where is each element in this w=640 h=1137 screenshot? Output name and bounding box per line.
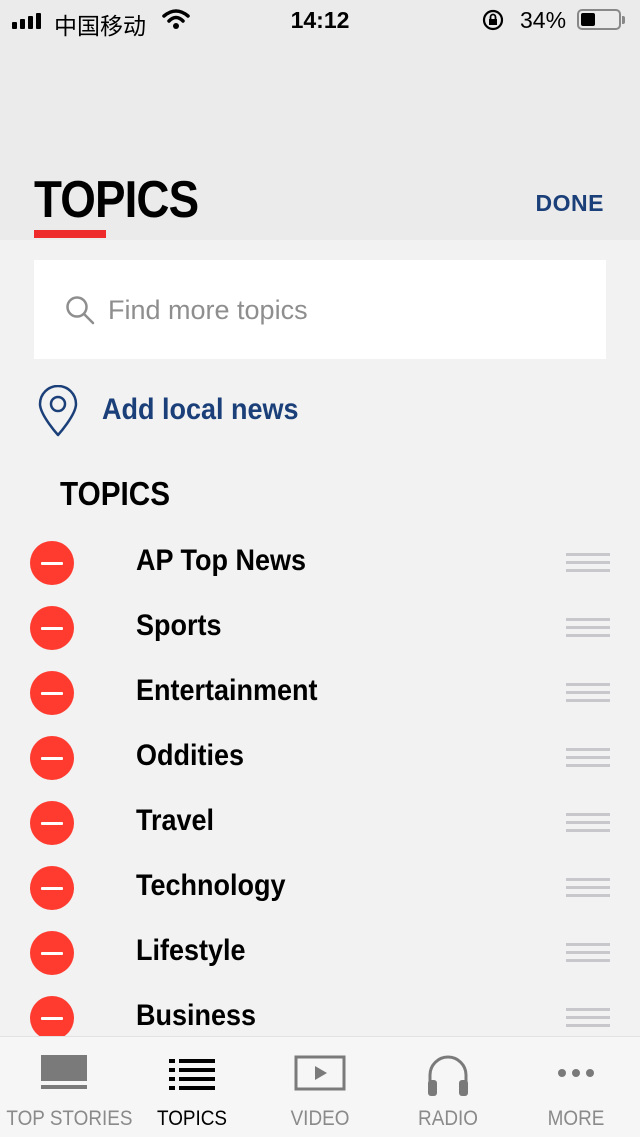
topic-label: Technology — [136, 869, 286, 902]
search-input[interactable] — [108, 290, 578, 330]
remove-button[interactable] — [30, 866, 74, 910]
tab-label: MORE — [547, 1107, 605, 1130]
tab-more[interactable]: MORE — [512, 1037, 640, 1137]
tab-label: RADIO — [418, 1107, 478, 1130]
drag-handle-icon[interactable] — [566, 683, 610, 707]
top-stories-icon — [41, 1055, 87, 1089]
battery-percent: 34% — [520, 7, 567, 33]
list-item: Travel — [0, 801, 640, 866]
topic-label: Business — [136, 999, 257, 1032]
section-heading: TOPICS — [60, 475, 171, 512]
tab-bar: TOP STORIES TOPICS VIDEO RADIO MORE — [0, 1036, 640, 1137]
drag-handle-icon[interactable] — [566, 1008, 610, 1032]
drag-handle-icon[interactable] — [566, 813, 610, 837]
headphones-icon — [428, 1055, 468, 1096]
list-item: Lifestyle — [0, 931, 640, 996]
list-item: Sports — [0, 606, 640, 671]
video-icon — [294, 1055, 346, 1091]
tab-label: VIDEO — [290, 1107, 350, 1130]
topic-label: Travel — [136, 804, 215, 837]
topic-label: Entertainment — [136, 674, 318, 707]
drag-handle-icon[interactable] — [566, 878, 610, 902]
search-icon — [66, 296, 95, 325]
done-button[interactable]: DONE — [536, 190, 604, 217]
page-title: TOPICS — [34, 171, 199, 229]
add-local-news-button[interactable]: Add local news — [36, 385, 436, 437]
remove-button[interactable] — [30, 931, 74, 975]
topic-label: Lifestyle — [136, 934, 246, 967]
list-item: AP Top News — [0, 541, 640, 606]
remove-button[interactable] — [30, 801, 74, 845]
status-bar: 中国移动 14:12 34% — [0, 0, 640, 40]
title-underline — [34, 230, 106, 238]
drag-handle-icon[interactable] — [566, 748, 610, 772]
tab-label: TOP STORIES — [6, 1107, 133, 1130]
topic-label: Oddities — [136, 739, 245, 772]
drag-handle-icon[interactable] — [566, 553, 610, 577]
more-icon — [558, 1069, 594, 1077]
list-item: Entertainment — [0, 671, 640, 736]
list-item: Technology — [0, 866, 640, 931]
remove-button[interactable] — [30, 671, 74, 715]
topics-list-icon — [169, 1059, 215, 1090]
remove-button[interactable] — [30, 541, 74, 585]
tab-video[interactable]: VIDEO — [256, 1037, 384, 1137]
topic-label: Sports — [136, 609, 222, 642]
tab-top-stories[interactable]: TOP STORIES — [0, 1037, 133, 1137]
search-box[interactable] — [34, 260, 606, 359]
tab-label: TOPICS — [156, 1107, 228, 1130]
remove-button[interactable] — [30, 736, 74, 780]
tab-topics[interactable]: TOPICS — [128, 1037, 256, 1137]
drag-handle-icon[interactable] — [566, 943, 610, 967]
location-pin-icon — [38, 385, 78, 437]
add-local-news-label: Add local news — [102, 393, 299, 426]
remove-button[interactable] — [30, 996, 74, 1040]
topic-label: AP Top News — [136, 544, 307, 577]
battery-icon — [577, 9, 625, 30]
list-item: Oddities — [0, 736, 640, 801]
rotation-lock-icon — [482, 9, 504, 31]
drag-handle-icon[interactable] — [566, 618, 610, 642]
tab-radio[interactable]: RADIO — [384, 1037, 512, 1137]
header: TOPICS DONE — [0, 40, 640, 240]
remove-button[interactable] — [30, 606, 74, 650]
